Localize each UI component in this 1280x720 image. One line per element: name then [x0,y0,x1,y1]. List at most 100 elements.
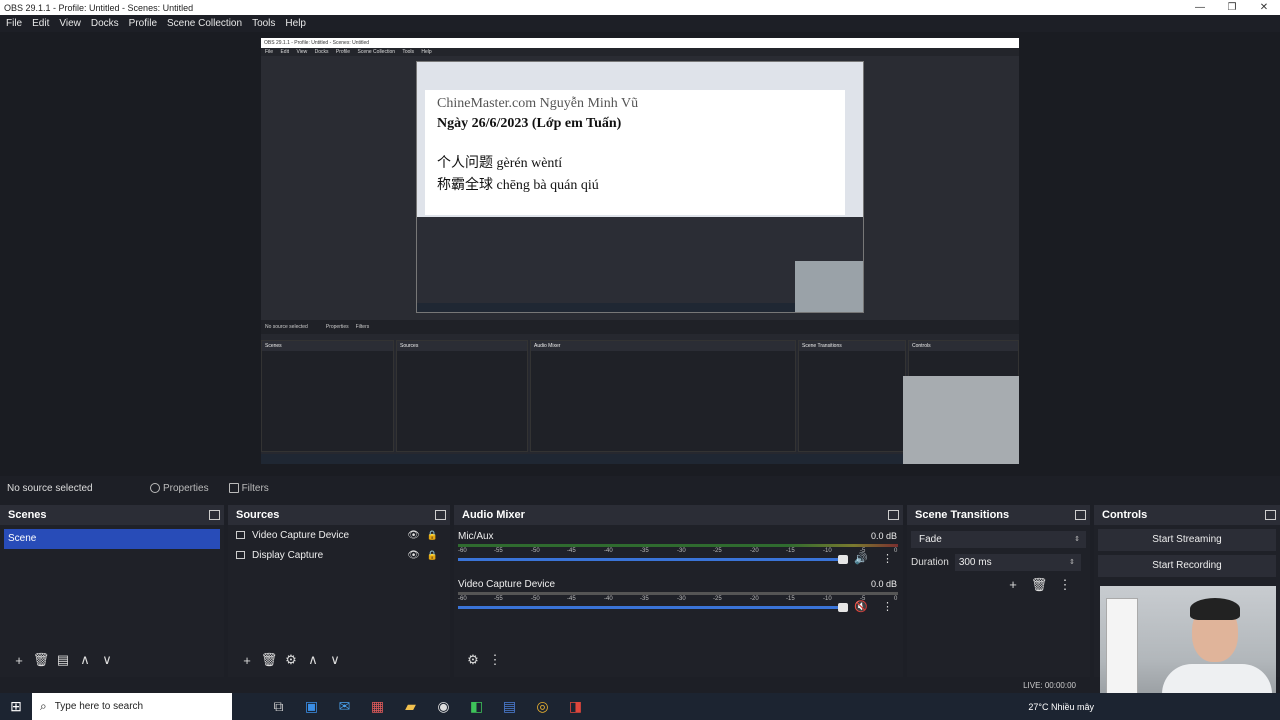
lock-icon[interactable]: 🔒 [427,550,438,561]
menu-file[interactable]: File [6,18,22,29]
scale-label: -45 [567,596,576,602]
scale-label: -55 [494,548,503,554]
taskbar-apps: ⧉ ▣ ✉ ▦ ▰ ◉ ◧ ▤ ◎ ◨ [262,698,592,715]
scale-label: -25 [713,596,722,602]
mixer-footer: ⚙ ⋮ [454,651,903,669]
obs-icon[interactable]: ◉ [427,698,460,715]
undock-icon[interactable] [435,510,446,520]
transition-select[interactable]: Fade ⇕ [911,531,1086,548]
menu-view[interactable]: View [59,18,81,29]
more-icon[interactable]: ⋮ [1052,577,1078,593]
taskbar-search[interactable]: ⌕ Type here to search [32,693,232,720]
menu-tools[interactable]: Tools [252,18,275,29]
volume-fader[interactable] [458,606,848,609]
trash-icon[interactable]: 🗑 [1026,577,1052,593]
arrow-up-icon[interactable]: ∧ [74,652,96,668]
nested-menu-bar: File Edit View Docks Profile Scene Colle… [261,48,1019,56]
start-recording-button[interactable]: Start Recording [1098,555,1276,577]
scale-label: -60 [458,596,467,602]
window-titlebar: OBS 29.1.1 - Profile: Untitled - Scenes:… [0,0,1280,15]
chrome-icon[interactable]: ◎ [526,698,559,715]
nested-panel-header: Sources [397,341,527,351]
gear-icon[interactable]: ⚙ [462,652,484,668]
filters-button[interactable]: Filters [228,483,269,494]
transitions-header: Scene Transitions [907,505,1090,525]
menu-profile[interactable]: Profile [129,18,157,29]
word-icon[interactable]: ▤ [493,698,526,715]
docks-area: Scenes Scene + 🗑 ▤ ∧ ∨ Sources Video Cap… [0,505,1280,680]
duration-input[interactable]: 300 ms ⇕ [954,554,1081,571]
eye-icon[interactable]: 👁 [407,550,420,561]
scene-item[interactable]: Scene [4,529,220,549]
undock-icon[interactable] [1265,510,1276,520]
trash-icon[interactable]: 🗑 [30,652,52,668]
filter-icon [228,483,239,493]
add-icon[interactable]: + [236,653,258,668]
recorder-icon[interactable]: ◨ [559,698,592,715]
undock-icon[interactable] [888,510,899,520]
arrow-down-icon[interactable]: ∨ [324,652,346,668]
status-bar: LIVE: 00:00:00 [0,680,1100,692]
scale-label: -30 [677,596,686,602]
trash-icon[interactable]: 🗑 [258,652,280,668]
source-item-video-capture[interactable]: Video Capture Device 👁 🔒 [228,525,450,545]
menu-scene-collection[interactable]: Scene Collection [167,18,242,29]
speaker-icon[interactable]: 🔊 [854,552,868,565]
nested-menu-item: Edit [280,49,290,55]
filter-icon[interactable]: ▤ [52,652,74,668]
menu-edit[interactable]: Edit [32,18,49,29]
muted-speaker-icon[interactable]: 🔇 [854,600,868,613]
captured-screen: ChineMaster.com Nguyễn Minh Vũ Ngày 26/6… [416,61,864,313]
lock-icon[interactable]: 🔒 [427,530,438,541]
arrow-up-icon[interactable]: ∧ [302,652,324,668]
add-icon[interactable]: + [8,653,30,668]
gear-icon [150,483,160,493]
mixer-channel-video-capture: Video Capture Device 0.0 dB -60 -55 -50 … [454,579,903,627]
source-item-display-capture[interactable]: Display Capture 👁 🔒 [228,545,450,565]
more-icon[interactable]: ⋮ [882,552,893,565]
updown-icon: ⇕ [1074,536,1080,543]
fader-knob[interactable] [838,555,848,564]
undock-icon[interactable] [1075,510,1086,520]
fader-knob[interactable] [838,603,848,612]
more-icon[interactable]: ⋮ [882,600,893,613]
window-title: OBS 29.1.1 - Profile: Untitled - Scenes:… [4,2,194,13]
volume-meter [458,592,898,595]
menu-docks[interactable]: Docks [91,18,119,29]
menu-help[interactable]: Help [285,18,306,29]
source-label: Display Capture [252,549,324,561]
scale-label: -40 [604,548,613,554]
nested-no-source: No source selected [265,324,308,330]
nested-panel-header: Scenes [262,341,393,351]
close-button[interactable]: ✕ [1248,0,1280,15]
properties-button[interactable]: Properties [150,483,209,494]
gear-icon[interactable]: ⚙ [280,652,302,668]
preview-area[interactable]: OBS 29.1.1 - Profile: Untitled - Scenes:… [0,32,1280,476]
camtasia-icon[interactable]: ◧ [460,698,493,715]
volume-fader[interactable] [458,558,848,561]
more-icon[interactable]: ⋮ [484,652,506,668]
add-icon[interactable]: + [1000,577,1026,593]
properties-label: Properties [163,482,209,494]
mixer-channel-mic: Mic/Aux 0.0 dB -60 -55 -50 -45 -40 -35 -… [454,531,903,579]
folder-icon[interactable]: ▰ [394,698,427,715]
nested-source-toolbar: No source selected Properties Filters [261,320,1019,334]
windows-start-icon[interactable]: ⊞ [0,698,32,715]
weather-widget[interactable]: 27°C Nhiều mây [1028,702,1094,712]
app-icon[interactable]: ▦ [361,698,394,715]
mail-icon[interactable]: ✉ [328,698,361,715]
scale-label: -55 [494,596,503,602]
start-streaming-button[interactable]: Start Streaming [1098,529,1276,551]
maximize-button[interactable]: ❐ [1216,0,1248,15]
eye-icon[interactable]: 👁 [407,530,420,541]
task-view-icon[interactable]: ⧉ [262,698,295,715]
store-icon[interactable]: ▣ [295,698,328,715]
transition-value: Fade [919,534,942,545]
nested-filters: Filters [355,324,370,330]
nested-menu-item: Help [421,49,432,55]
undock-icon[interactable] [209,510,220,520]
stepper-icon[interactable]: ⇕ [1069,554,1075,571]
scale-label: -10 [823,596,832,602]
minimize-button[interactable]: — [1184,0,1216,15]
arrow-down-icon[interactable]: ∨ [96,652,118,668]
